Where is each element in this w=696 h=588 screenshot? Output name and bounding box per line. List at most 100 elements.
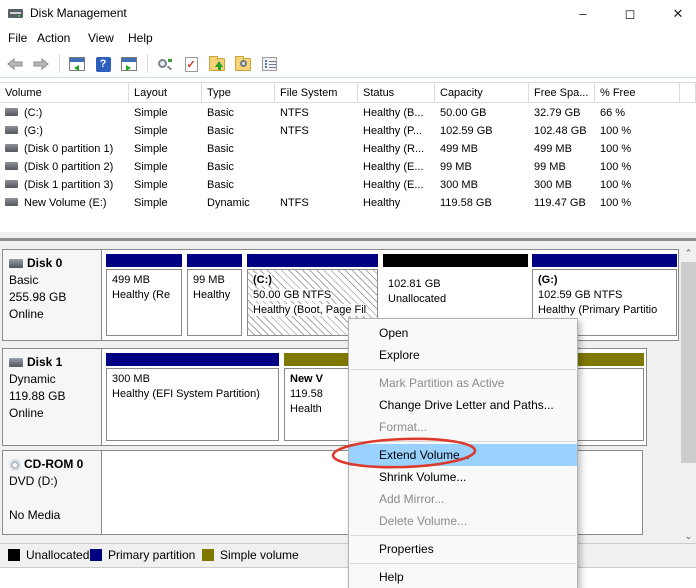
cell-name: (G:) (0, 122, 129, 140)
column-header-layout[interactable]: Layout (129, 82, 202, 103)
table-row-g[interactable]: (G:)SimpleBasicNTFSHealthy (P...102.59 G… (0, 122, 696, 140)
cell-status: Healthy (358, 194, 435, 212)
table-row-c[interactable]: (C:)SimpleBasicNTFSHealthy (B...50.00 GB… (0, 104, 696, 122)
menu-action[interactable]: Action (37, 31, 70, 45)
column-header-status[interactable]: Status (358, 82, 435, 103)
partition-99-mb[interactable]: 99 MBHealthy (187, 254, 242, 336)
partition-300-mb[interactable]: 300 MBHealthy (EFI System Partition) (106, 353, 279, 441)
partition-box[interactable]: 300 MBHealthy (EFI System Partition) (106, 368, 279, 441)
toolbar-folder-up-icon[interactable] (207, 54, 227, 74)
menu-item-change-drive-letter-and-paths[interactable]: Change Drive Letter and Paths... (349, 394, 577, 416)
disk-drive-icon (9, 259, 23, 268)
table-row-disk-1-partition-3[interactable]: (Disk 1 partition 3)SimpleBasicHealthy (… (0, 176, 696, 194)
menu-separator (350, 535, 576, 536)
column-header-item[interactable] (680, 82, 696, 103)
column-header-free[interactable]: % Free (595, 82, 680, 103)
cell-layout: Simple (129, 104, 202, 122)
cell-status: Healthy (E... (358, 176, 435, 194)
partition-box[interactable]: 499 MBHealthy (Re (106, 269, 182, 336)
table-row-disk-0-partition-2[interactable]: (Disk 0 partition 2)SimpleBasicHealthy (… (0, 158, 696, 176)
partition-color-bar (106, 353, 279, 366)
column-header-capacity[interactable]: Capacity (435, 82, 529, 103)
partition-color-bar (383, 254, 528, 267)
table-row-disk-0-partition-1[interactable]: (Disk 0 partition 1)SimpleBasicHealthy (… (0, 140, 696, 158)
toolbar-folder-search-icon[interactable] (233, 54, 253, 74)
menu-item-shrink-volume[interactable]: Shrink Volume... (349, 466, 577, 488)
vertical-scrollbar[interactable]: ⌃ ⌄ (681, 245, 696, 545)
cell-free: 32.79 GB (529, 104, 595, 122)
disk-label-cd-rom-0[interactable]: CD-ROM 0DVD (D:) No Media (3, 451, 102, 534)
column-header-volume[interactable]: Volume (0, 82, 129, 103)
menu-item-open[interactable]: Open (349, 322, 577, 344)
cell-pct: 100 % (595, 194, 680, 212)
cell-free: 102.48 GB (529, 122, 595, 140)
partition-text-line: 102.81 GB (388, 277, 528, 292)
cell-capacity: 499 MB (435, 140, 529, 158)
menu-item-delete-volume: Delete Volume... (349, 510, 577, 532)
disk-label-line: 255.98 GB (9, 290, 101, 304)
toolbar-console-play-icon[interactable] (119, 54, 139, 74)
cell-layout: Simple (129, 194, 202, 212)
cell-name: New Volume (E:) (0, 194, 129, 212)
partition-color-bar (532, 254, 677, 267)
menu-file[interactable]: File (8, 31, 27, 45)
table-row-new-volume-e[interactable]: New Volume (E:)SimpleDynamicNTFSHealthy 1… (0, 194, 696, 212)
disk-label-line: No Media (9, 508, 101, 522)
context-menu: OpenExploreMark Partition as ActiveChang… (348, 318, 578, 588)
cell-layout: Simple (129, 140, 202, 158)
toolbar-console-window-icon[interactable] (67, 54, 87, 74)
toolbar-forward-arrow-icon[interactable] (31, 54, 51, 74)
title-bar: Disk Management – ◻ ✕ (0, 0, 696, 27)
window-title: Disk Management (30, 6, 127, 20)
menu-item-explore[interactable]: Explore (349, 344, 577, 366)
cell-free: 99 MB (529, 158, 595, 176)
close-button[interactable]: ✕ (661, 0, 695, 27)
disk-management-window: Disk Management – ◻ ✕ File Action View Help… (0, 0, 696, 588)
cell-name: (C:) (0, 104, 129, 122)
scroll-up-button[interactable]: ⌃ (681, 245, 696, 262)
toolbar-separator (59, 54, 60, 73)
partition-text-line: Healthy (Primary Partitio (538, 303, 676, 318)
menu-item-properties[interactable]: Properties (349, 538, 577, 560)
menu-view[interactable]: View (88, 31, 114, 45)
partition-color-bar (187, 254, 242, 267)
cell-name: (Disk 1 partition 3) (0, 176, 129, 194)
menu-help[interactable]: Help (128, 31, 153, 45)
toolbar-back-arrow-icon[interactable] (5, 54, 25, 74)
disk-label-line: 119.88 GB (9, 389, 101, 403)
toolbar-properties-list-icon[interactable] (259, 54, 279, 74)
partition-box[interactable]: 99 MBHealthy (187, 269, 242, 336)
toolbar-device-scan-icon[interactable] (155, 54, 175, 74)
partition-499-mb[interactable]: 499 MBHealthy (Re (106, 254, 182, 336)
column-header-free-spa[interactable]: Free Spa... (529, 82, 595, 103)
cell-status: Healthy (R... (358, 140, 435, 158)
column-header-file-system[interactable]: File System (275, 82, 358, 103)
splitter-zone (0, 232, 696, 245)
column-header-type[interactable]: Type (202, 82, 275, 103)
cell-status: Healthy (B... (358, 104, 435, 122)
cell-type: Basic (202, 176, 275, 194)
volume-table[interactable]: VolumeLayoutTypeFile SystemStatusCapacit… (0, 82, 696, 232)
cell-status: Healthy (E... (358, 158, 435, 176)
legend-unallocated: Unallocated (8, 549, 89, 563)
cell-capacity: 50.00 GB (435, 104, 529, 122)
maximize-button[interactable]: ◻ (613, 0, 647, 27)
legend-primary-partition: Primary partition (90, 549, 195, 563)
cell-fs: NTFS (275, 194, 358, 212)
menu-item-extend-volume[interactable]: Extend Volume... (349, 444, 577, 466)
volume-icon (5, 198, 18, 206)
splitter-handle[interactable] (0, 238, 696, 241)
disk-label-disk-0[interactable]: Disk 0Basic255.98 GBOnline (3, 250, 102, 340)
toolbar-check-page-icon[interactable] (181, 54, 201, 74)
disk-label-line (9, 491, 101, 505)
legend-swatch (202, 549, 214, 561)
toolbar-help-icon[interactable]: ? (93, 54, 113, 74)
scrollbar-thumb[interactable] (681, 262, 696, 463)
cell-free: 300 MB (529, 176, 595, 194)
cell-type: Dynamic (202, 194, 275, 212)
minimize-button[interactable]: – (566, 0, 600, 27)
cell-layout: Simple (129, 158, 202, 176)
partition-text-line: Healthy (Re (112, 288, 181, 303)
disk-label-disk-1[interactable]: Disk 1Dynamic119.88 GBOnline (3, 349, 102, 445)
menu-item-help[interactable]: Help (349, 566, 577, 588)
